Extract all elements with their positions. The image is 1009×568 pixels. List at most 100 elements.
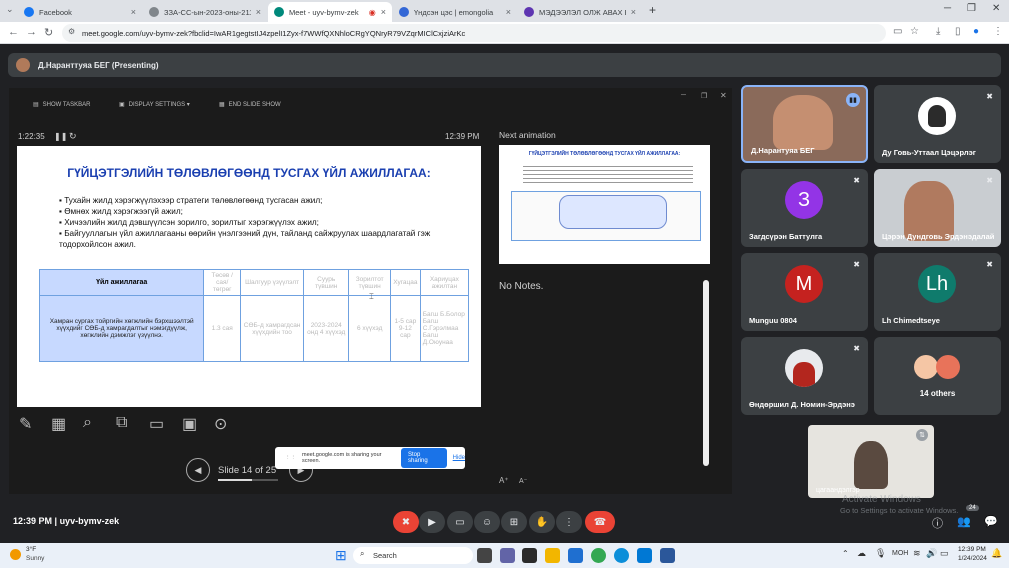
restart-timer-icon[interactable]: ↻	[69, 131, 77, 142]
download-icon[interactable]: ⤓	[936, 26, 940, 37]
reload-icon[interactable]: ↻	[44, 26, 53, 39]
close-icon[interactable]: ×	[256, 7, 261, 17]
site-info-icon[interactable]: ⚙	[68, 27, 75, 36]
cloud-icon[interactable]: ☁	[857, 548, 866, 559]
mic-off-icon: ✖	[853, 344, 860, 353]
display-settings-button[interactable]: ▣ DISPLAY SETTINGS ▾	[119, 101, 190, 108]
participant-tile[interactable]: ✖ Ду Говь-Уттаал Цэцэрлэг	[874, 85, 1001, 163]
word-icon[interactable]	[660, 548, 675, 563]
sidepanel-icon[interactable]: ▯	[955, 26, 961, 37]
people-icon[interactable]: 👥	[957, 515, 971, 528]
close-window-icon[interactable]: ✕	[992, 3, 1000, 14]
leave-call-button[interactable]: ☎	[585, 511, 615, 533]
current-slide: ГҮЙЦЭТГЭЛИЙН ТӨЛӨВЛӨГӨӨНД ТУСГАХ ҮЙЛ АЖИ…	[17, 146, 481, 407]
tab-info[interactable]: МЭДЭЭЛЭЛ ОЛЖ АВАХ БОЛО ×	[518, 2, 642, 22]
mail-icon[interactable]	[637, 548, 652, 563]
edge-icon[interactable]	[614, 548, 629, 563]
address-bar[interactable]: ⚙ meet.google.com/uyv-bymv-zek?fbclid=Iw…	[62, 24, 886, 42]
wifi-icon[interactable]: ≋	[913, 548, 921, 559]
tab-search-icon[interactable]: ⌄	[6, 4, 14, 15]
decrease-font-icon[interactable]: A⁻	[519, 477, 527, 485]
close-icon[interactable]: ✕	[720, 91, 727, 100]
tab-meet[interactable]: Meet - uyv-bymv-zek ◉ ×	[268, 2, 392, 22]
close-icon[interactable]: ×	[131, 7, 136, 17]
self-view[interactable]: ⇅ цагаандэлгэр	[808, 425, 934, 498]
hide-link[interactable]: Hide	[453, 455, 465, 461]
participant-tile[interactable]: Lh ✖ Lh Chimedtseye	[874, 253, 1001, 331]
pointer-screen-icon[interactable]: ⧉	[116, 414, 127, 432]
camera-in-use-icon[interactable]: ▭	[893, 26, 902, 37]
participant-tile[interactable]: ✖ Өндөршил Д. Номин-Эрдэнэ	[741, 337, 868, 415]
participant-tile[interactable]: ▮▮ Д.Нарантуяа БЕГ	[741, 85, 868, 163]
captions-button[interactable]: ▭	[447, 511, 473, 533]
pause-icon[interactable]: ❚❚	[54, 132, 67, 141]
profile-icon[interactable]: ●	[973, 26, 979, 37]
taskbar-search[interactable]: ⌕ Search	[353, 547, 473, 564]
chrome-icon[interactable]	[591, 548, 606, 563]
mic-toggle-button[interactable]: ✖	[393, 511, 419, 533]
file-explorer-icon[interactable]	[545, 548, 560, 563]
slide-table: Үйл ажиллагаа Төсөв /сая/ төгрөг Шалгуур…	[38, 269, 470, 362]
video-icon[interactable]: ▣	[182, 414, 197, 434]
notification-icon[interactable]: 🔔	[991, 548, 1002, 559]
previous-slide-button[interactable]: ◀	[186, 458, 210, 482]
next-slide-preview[interactable]: ГҮЙЦЭТГЭЛИЙН ТӨЛӨВЛӨГӨӨНД ТУСГАХ ҮЙЛ АЖИ…	[499, 145, 710, 264]
participant-tile-others[interactable]: 14 others	[874, 337, 1001, 415]
increase-font-icon[interactable]: A⁺	[499, 476, 509, 485]
volume-icon[interactable]: 🔊	[926, 548, 937, 559]
grid-view-icon[interactable]: ▦	[51, 414, 66, 434]
bookmark-star-icon[interactable]: ☆	[910, 26, 919, 37]
zoom-icon[interactable]: ⌕	[83, 414, 92, 432]
show-taskbar-button[interactable]: ▤ SHOW TASKBAR	[33, 101, 90, 109]
chevron-up-icon[interactable]: ⌃	[842, 549, 849, 558]
chat-icon[interactable]: 💬	[984, 515, 998, 528]
present-icon: ⊞	[509, 516, 519, 528]
present-button[interactable]: ⊞	[501, 511, 527, 533]
emongolia-icon	[399, 7, 409, 17]
participant-tile[interactable]: З ✖ Загдсүрэн Баттулга	[741, 169, 868, 247]
presenter-clock: 12:39 PM	[445, 132, 480, 141]
tab-emongolia[interactable]: Үндсэн цэс | emongolia ×	[393, 2, 517, 22]
raise-hand-button[interactable]: ✋	[529, 511, 555, 533]
menu-kebab-icon[interactable]: ⋮	[993, 26, 1003, 37]
subtitles-icon[interactable]: ▭	[149, 414, 164, 434]
battery-icon[interactable]: ▭	[940, 548, 949, 559]
stop-sharing-button[interactable]: Stop sharing	[401, 448, 447, 468]
taskbar-date[interactable]: 1/24/2024	[958, 555, 987, 562]
preview-callout	[559, 195, 667, 229]
close-icon[interactable]: ×	[381, 7, 386, 17]
participant-tile[interactable]: ✖ Цэрэн Дундговь Эрдэнэдалай	[874, 169, 1001, 247]
taskbar-time[interactable]: 12:39 PM	[958, 546, 986, 553]
store-icon[interactable]	[568, 548, 583, 563]
end-slideshow-button[interactable]: ▦ END SLIDE SHOW	[219, 101, 281, 109]
camera-toggle-button[interactable]: ▶	[419, 511, 445, 533]
maximize-icon[interactable]: ❐	[967, 3, 976, 14]
reactions-button[interactable]: ☺	[474, 511, 500, 533]
microphone-icon[interactable]: 🎙	[875, 548, 886, 559]
app-icon[interactable]	[522, 548, 537, 563]
task-view-icon[interactable]	[477, 548, 492, 563]
notes-scrollbar[interactable]	[703, 280, 709, 466]
forward-icon[interactable]: →	[26, 26, 37, 38]
info-icon[interactable]: ⓘ	[932, 515, 943, 531]
close-icon[interactable]: ×	[631, 7, 636, 17]
restore-icon[interactable]: ❐	[701, 92, 707, 100]
teams-icon[interactable]	[500, 548, 515, 563]
minimize-icon[interactable]: ─	[944, 3, 951, 14]
participant-tile[interactable]: M ✖ Munguu 0804	[741, 253, 868, 331]
tab-document[interactable]: ЗЗА-СС-ын-2023-оны-211-тоо ×	[143, 2, 267, 22]
close-icon[interactable]: ×	[506, 7, 511, 17]
meeting-time: 12:39 PM | uyv-bymv-zek	[13, 516, 120, 526]
pin-icon[interactable]: ⇅	[916, 429, 928, 441]
more-options-icon[interactable]: ⊙	[214, 414, 227, 434]
windows-start-icon[interactable]: ⊞	[335, 547, 347, 564]
drag-handle-icon[interactable]: ⋮⋮	[285, 455, 296, 461]
minimize-icon[interactable]: ─	[681, 92, 686, 99]
pen-icon[interactable]: ✎	[19, 414, 32, 434]
back-icon[interactable]: ←	[8, 26, 19, 38]
language-indicator[interactable]: МОН	[892, 550, 908, 557]
tab-facebook[interactable]: Facebook ×	[18, 2, 142, 22]
new-tab-button[interactable]: +	[649, 3, 656, 17]
more-options-button[interactable]: ⋮	[556, 511, 582, 533]
weather-sun-icon[interactable]	[10, 549, 21, 560]
